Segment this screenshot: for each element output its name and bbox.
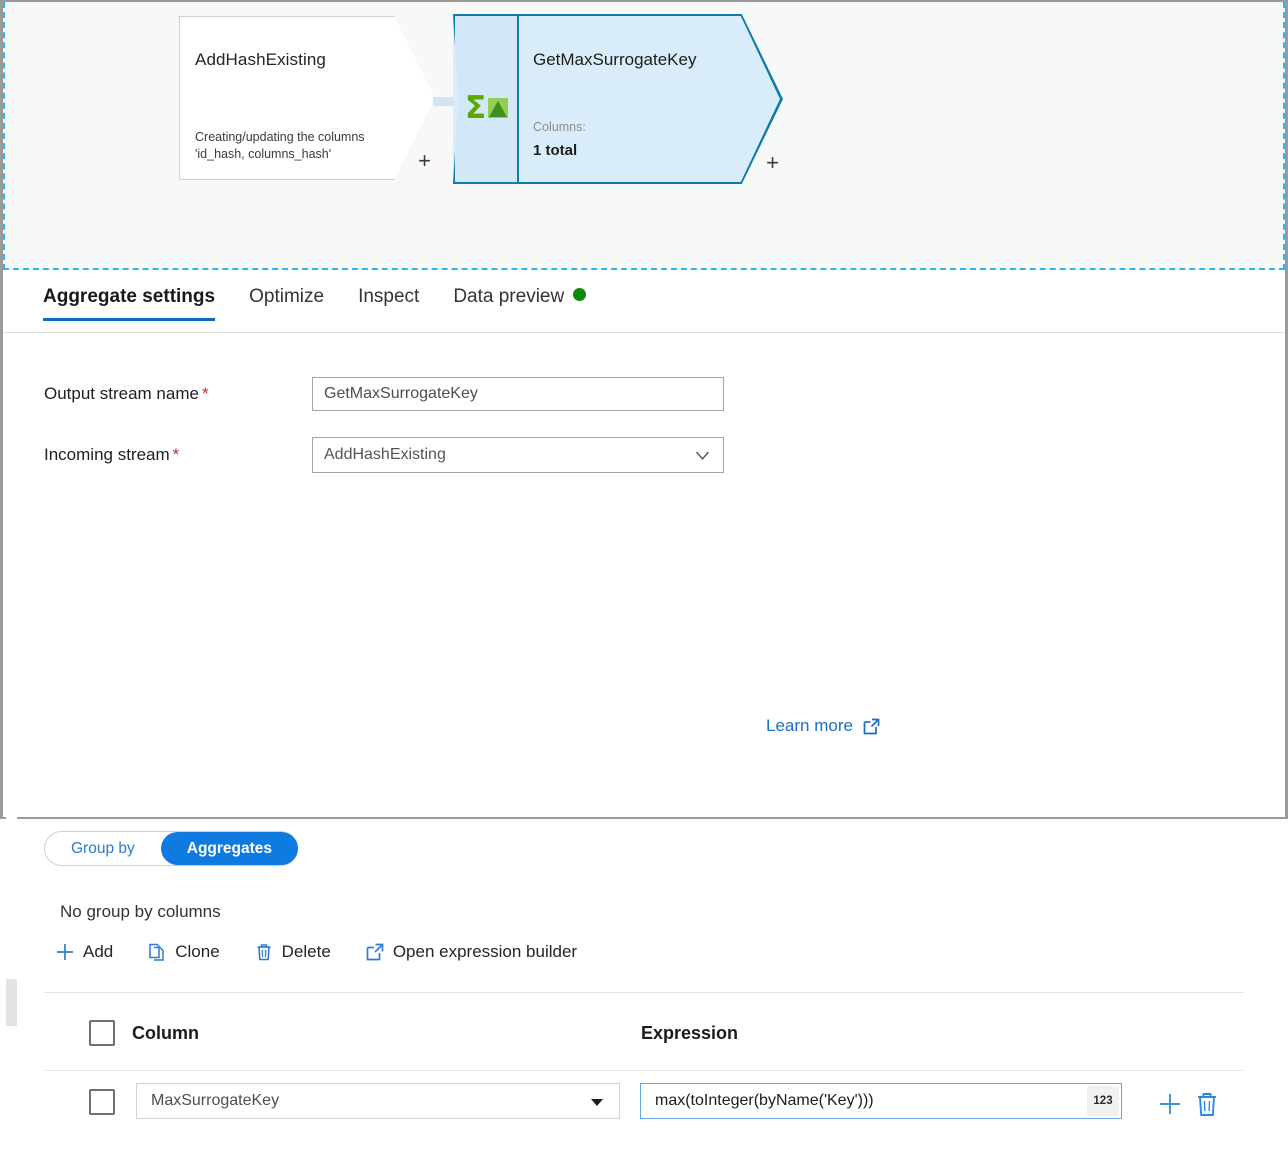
command-label: Add <box>83 942 113 962</box>
aggregate-settings-panel: Output stream name* Incoming stream* Add… <box>3 334 1285 817</box>
node-title: AddHashExisting <box>195 50 326 70</box>
divider <box>44 992 1244 993</box>
command-label: Open expression builder <box>393 942 577 962</box>
aggregate-sigma-icon: Σ <box>465 90 513 124</box>
label-text: Incoming stream <box>44 445 170 464</box>
required-marker: * <box>173 445 180 464</box>
command-label: Clone <box>175 942 219 962</box>
toggle-option-group-by[interactable]: Group by <box>45 832 161 865</box>
output-stream-label: Output stream name* <box>44 384 312 404</box>
trash-icon <box>254 942 274 962</box>
row-delete-button[interactable] <box>1195 1089 1219 1119</box>
plus-icon <box>55 942 75 962</box>
node-description-line1: Creating/updating the columns <box>195 129 365 146</box>
groupby-aggregates-toggle[interactable]: Group by Aggregates <box>44 831 298 866</box>
incoming-stream-label: Incoming stream* <box>44 445 312 465</box>
node-description-line2: 'id_hash, columns_hash' <box>195 146 365 163</box>
tab-label: Aggregate settings <box>43 286 215 307</box>
select-all-checkbox[interactable] <box>89 1020 115 1046</box>
tab-label: Inspect <box>358 286 419 307</box>
external-link-icon <box>365 942 385 962</box>
node-title: GetMaxSurrogateKey <box>533 50 696 70</box>
column-name-value: MaxSurrogateKey <box>151 1084 279 1118</box>
command-bar: Add Clone Delete <box>55 942 611 962</box>
chevron-down-icon <box>694 447 711 464</box>
tab-inspect[interactable]: Inspect <box>341 286 436 321</box>
incoming-stream-select[interactable]: AddHashExisting <box>312 437 724 473</box>
node-add-branch-button[interactable]: + <box>766 152 779 174</box>
node-icon-panel: Σ <box>453 14 519 184</box>
copy-icon <box>147 942 167 962</box>
required-marker: * <box>202 384 209 403</box>
node-description: Creating/updating the columns 'id_hash, … <box>195 129 365 163</box>
node-add-branch-button[interactable]: + <box>418 150 431 172</box>
add-button[interactable]: Add <box>55 942 113 962</box>
status-dot <box>573 288 586 301</box>
node-columns-value: 1 total <box>533 142 577 159</box>
learn-more-link[interactable]: Learn more <box>766 716 881 736</box>
data-flow-canvas[interactable]: AddHashExisting Creating/updating the co… <box>3 2 1285 270</box>
settings-tab-strip: Aggregate settings Optimize Inspect Data… <box>3 272 1285 334</box>
expression-type-badge: 123 <box>1087 1086 1119 1116</box>
expression-input[interactable]: max(toInteger(byName('Key'))) 123 <box>640 1083 1122 1119</box>
no-groupby-columns-note: No group by columns <box>60 902 221 922</box>
vertical-scrollbar-track[interactable] <box>6 670 17 1149</box>
output-stream-input[interactable] <box>312 377 724 411</box>
clone-button[interactable]: Clone <box>147 942 219 962</box>
learn-more-label: Learn more <box>766 716 853 736</box>
label-text: Output stream name <box>44 384 199 403</box>
divider <box>3 332 1285 333</box>
output-stream-row: Output stream name* <box>44 377 724 411</box>
external-link-icon <box>862 717 881 736</box>
graph-node-getmaxsurrogatekey[interactable]: Σ GetMaxSurrogateKey Columns: 1 total + <box>453 14 783 184</box>
incoming-stream-row: Incoming stream* AddHashExisting <box>44 437 724 473</box>
chevron-down-icon <box>591 1099 603 1106</box>
incoming-stream-value: AddHashExisting <box>324 438 446 472</box>
expression-value: max(toInteger(byName('Key'))) <box>655 1084 874 1118</box>
column-header-expression: Expression <box>641 1023 738 1044</box>
divider <box>44 1070 1244 1071</box>
tab-label: Optimize <box>249 286 324 307</box>
delete-button[interactable]: Delete <box>254 942 331 962</box>
row-checkbox[interactable] <box>89 1089 115 1115</box>
tab-optimize[interactable]: Optimize <box>232 286 341 321</box>
node-columns-label: Columns: <box>533 120 586 134</box>
open-expression-builder-button[interactable]: Open expression builder <box>365 942 577 962</box>
tab-aggregate-settings[interactable]: Aggregate settings <box>43 286 232 321</box>
data-flow-window: AddHashExisting Creating/updating the co… <box>0 0 1288 819</box>
column-header-column: Column <box>132 1023 199 1044</box>
toggle-option-aggregates[interactable]: Aggregates <box>161 832 298 865</box>
tab-list: Aggregate settings Optimize Inspect Data… <box>43 286 603 321</box>
tab-label: Data preview <box>453 286 564 307</box>
command-label: Delete <box>282 942 331 962</box>
column-name-select[interactable]: MaxSurrogateKey <box>136 1083 620 1119</box>
row-add-button[interactable] <box>1155 1089 1185 1119</box>
svg-text:Σ: Σ <box>465 90 486 124</box>
tab-data-preview[interactable]: Data preview <box>436 286 602 321</box>
table-row: MaxSurrogateKey max(toInteger(byName('Ke… <box>3 1087 1285 1127</box>
vertical-scrollbar-thumb[interactable] <box>6 979 17 1026</box>
table-header: Column Expression <box>3 1020 1285 1054</box>
graph-node-addhashexisting[interactable]: AddHashExisting Creating/updating the co… <box>179 16 435 180</box>
